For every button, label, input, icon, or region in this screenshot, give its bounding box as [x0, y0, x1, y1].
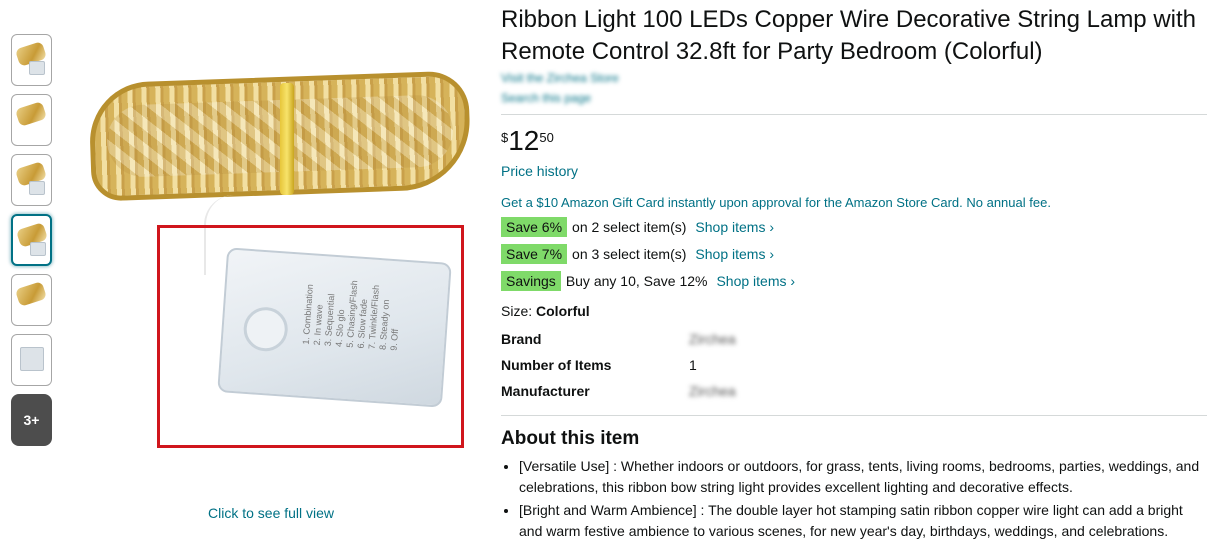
- thumbnail-strip: 3+: [11, 34, 53, 446]
- savings-row-3: Savings Buy any 10, Save 12% Shop items …: [501, 271, 1207, 291]
- table-row: Number of Items 1: [501, 357, 736, 383]
- spec-value: Zirchea: [689, 383, 736, 399]
- savings-row-2: Save 7% on 3 select item(s) Shop items ›: [501, 244, 1207, 264]
- product-title: Ribbon Light 100 LEDs Copper Wire Decora…: [501, 6, 1197, 65]
- table-row: Manufacturer Zirchea: [501, 383, 736, 409]
- savings-row-1: Save 6% on 2 select item(s) Shop items ›: [501, 217, 1207, 237]
- savings-text: Buy any 10, Save 12%: [565, 273, 708, 289]
- thumbnail-5[interactable]: [11, 274, 52, 326]
- thumbnail-4-selected[interactable]: [11, 214, 52, 266]
- thumbnail-2[interactable]: [11, 94, 52, 146]
- savings-badge: Save 7%: [501, 244, 568, 264]
- more-thumbnails-button[interactable]: 3+: [11, 394, 52, 446]
- thumbnail-1[interactable]: [11, 34, 52, 86]
- spec-value: 1: [689, 357, 697, 373]
- price-history-link[interactable]: Price history: [501, 163, 1207, 179]
- thumbnail-image: [14, 281, 48, 307]
- full-view-link[interactable]: Click to see full view: [208, 505, 334, 521]
- thumbnail-image: [30, 242, 46, 256]
- ribbon-tie: [280, 83, 294, 195]
- thumbnail-image: [29, 61, 45, 75]
- thumbnail-image: [20, 347, 44, 371]
- price-whole: 12: [508, 125, 540, 156]
- thumbnail-6[interactable]: [11, 334, 52, 386]
- highlight-box: [157, 225, 464, 448]
- shop-items-link[interactable]: Shop items ›: [716, 273, 795, 289]
- shop-items-link[interactable]: Shop items ›: [695, 246, 774, 262]
- spec-key: Manufacturer: [501, 383, 590, 399]
- shop-items-link[interactable]: Shop items ›: [695, 219, 774, 235]
- store-card-promo[interactable]: Get a $10 Amazon Gift Card instantly upo…: [501, 195, 1207, 210]
- spec-value: Zirchea: [689, 331, 736, 347]
- savings-text: on 2 select item(s): [572, 219, 687, 235]
- about-heading: About this item: [501, 428, 640, 449]
- table-row: Brand Zirchea: [501, 331, 736, 357]
- thumbnail-image: [14, 101, 48, 127]
- thumbnail-image: [29, 181, 45, 195]
- list-item: [Versatile Use] : Whether indoors or out…: [519, 456, 1207, 498]
- price-symbol: $: [501, 130, 509, 145]
- thumbnail-3[interactable]: [11, 154, 52, 206]
- price-fraction: 50: [539, 130, 554, 145]
- divider: [501, 415, 1207, 416]
- spec-key: Brand: [501, 331, 542, 347]
- size-label: Size:: [501, 303, 533, 319]
- spec-key: Number of Items: [501, 357, 612, 373]
- savings-text: on 3 select item(s): [572, 246, 687, 262]
- search-link[interactable]: Search this page: [501, 88, 1207, 108]
- about-bullets: [Versatile Use] : Whether indoors or out…: [519, 456, 1207, 542]
- savings-badge: Save 6%: [501, 217, 568, 237]
- specs-table: Brand Zirchea Number of Items 1 Manufact…: [501, 331, 736, 409]
- price: $ 12 50: [501, 127, 1207, 155]
- savings-badge: Savings: [501, 271, 561, 291]
- store-link[interactable]: Visit the Zirchea Store: [501, 68, 1207, 88]
- size-value: Colorful: [536, 303, 590, 319]
- divider: [501, 114, 1207, 115]
- product-details: Ribbon Light 100 LEDs Copper Wire Decora…: [501, 4, 1207, 544]
- list-item: [Bright and Warm Ambience] : The double …: [519, 500, 1207, 542]
- size-selector: Size: Colorful: [501, 303, 1207, 319]
